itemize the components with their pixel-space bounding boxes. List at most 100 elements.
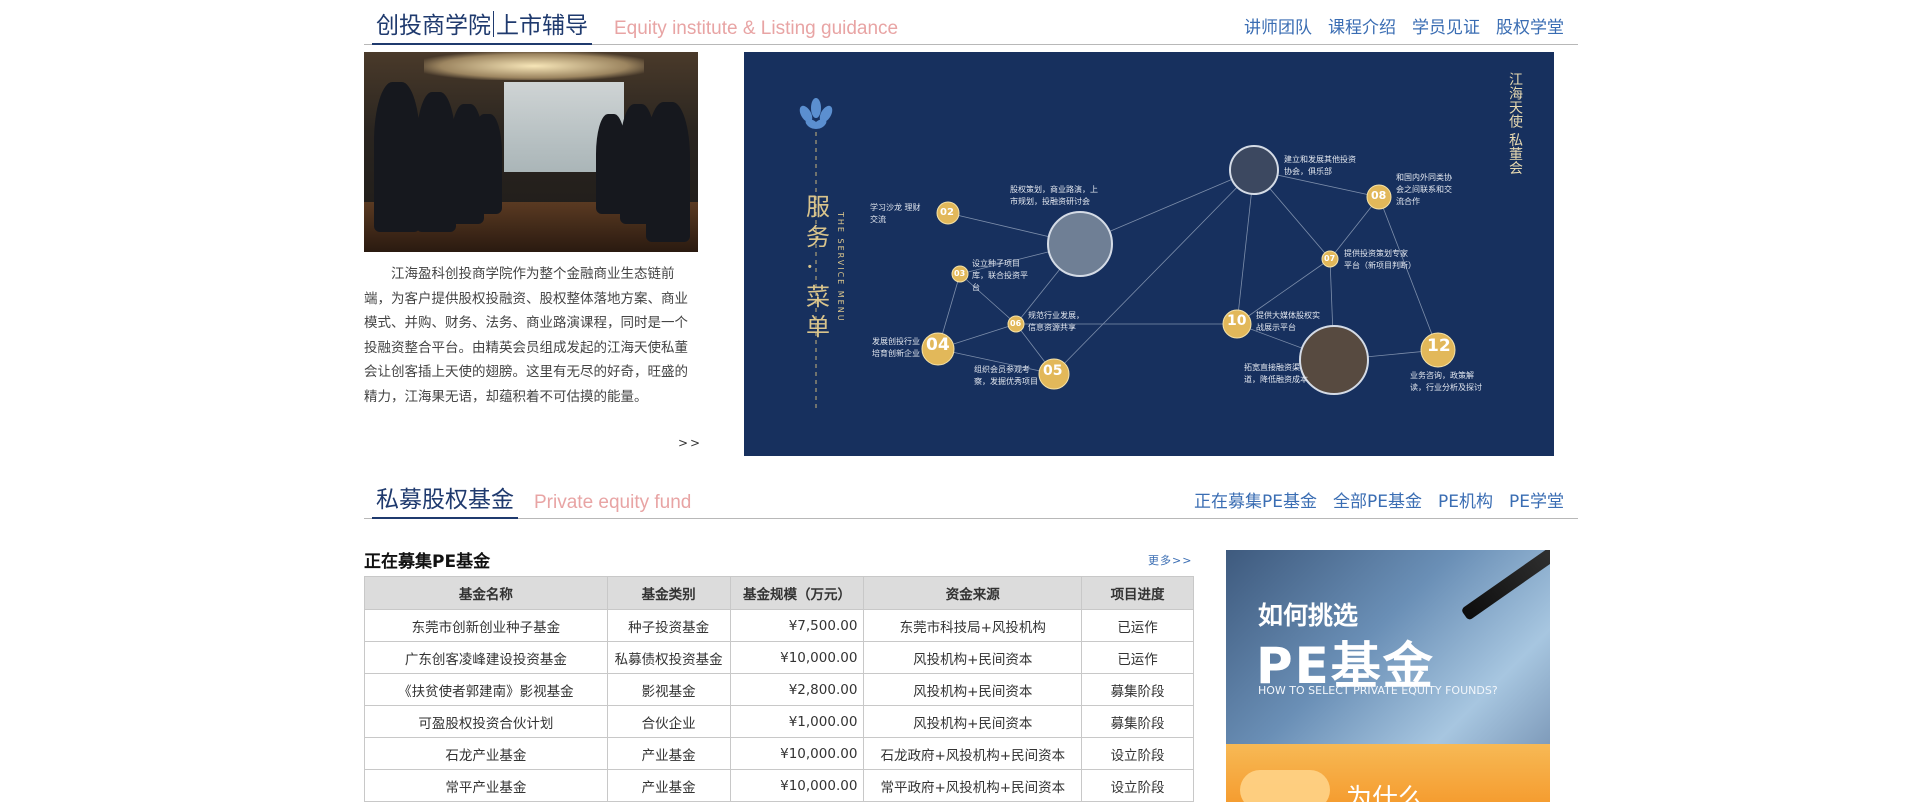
- node-number: 02: [940, 207, 954, 218]
- table-header-row: 基金名称 基金类别 基金规模（万元） 资金来源 项目进度: [364, 576, 1194, 610]
- fund-type-cell: 产业基金: [606, 737, 731, 770]
- fund-type-cell: 合伙企业: [606, 705, 731, 738]
- pe-table-more-link[interactable]: 更多>>: [1148, 552, 1192, 568]
- meeting-photo: [364, 52, 698, 252]
- nav-raising-pe-fund[interactable]: 正在募集PE基金: [1194, 487, 1317, 512]
- fund-source-cell: 风投机构+民间资本: [863, 673, 1083, 706]
- fund-type-cell: 种子投资基金: [606, 609, 731, 642]
- node-label: 提供大媒体股权实战展示平台: [1256, 311, 1320, 332]
- fund-source-cell: 石龙政府+风投机构+民间资本: [863, 737, 1083, 770]
- title-part-b: 上市辅导: [496, 13, 588, 39]
- section-header-pe-fund: 私募股权基金 Private equity fund 正在募集PE基金 全部PE…: [364, 474, 1578, 519]
- progress-cell: 募集阶段: [1081, 673, 1194, 706]
- fund-name-cell[interactable]: 《扶贫使者郭建南》影视基金: [364, 673, 608, 706]
- table-row[interactable]: 石龙产业基金 产业基金 ¥10,000.00 石龙政府+风投机构+民间资本 设立…: [364, 737, 1194, 770]
- fund-size-cell: ¥10,000.00: [729, 769, 865, 802]
- service-menu-title-en: THE SERVICE MENU: [836, 212, 845, 323]
- col-header-fund-size: 基金规模（万元）: [729, 576, 865, 610]
- nav-student-testimonials[interactable]: 学员见证: [1412, 13, 1480, 38]
- fund-size-cell: ¥7,500.00: [729, 609, 865, 642]
- node-number: 04: [926, 335, 950, 355]
- intro-more-link[interactable]: >>: [678, 436, 702, 450]
- node-label: 拓宽直接融资渠道，降低融资成本: [1244, 363, 1308, 384]
- nav-lecturer-team[interactable]: 讲师团队: [1244, 13, 1312, 38]
- progress-cell: 募集阶段: [1081, 705, 1194, 738]
- node-label: 业务咨询，政策解读，行业分析及探讨: [1410, 371, 1482, 392]
- table-row[interactable]: 广东创客凌峰建设投资基金 私募债权投资基金 ¥10,000.00 风投机构+民间…: [364, 641, 1194, 674]
- fund-source-cell: 风投机构+民间资本: [863, 641, 1083, 674]
- section-subtitle-pe-fund: Private equity fund: [534, 492, 692, 513]
- fund-source-cell: 常平政府+风投机构+民间资本: [863, 769, 1083, 802]
- banner-line4: 为什么: [1346, 784, 1425, 802]
- ceiling-light: [424, 52, 644, 80]
- node-number: 06: [1010, 319, 1022, 328]
- node-label: 发展创投行业 培育创新企业: [872, 337, 920, 358]
- col-header-fund-source: 资金来源: [863, 576, 1083, 610]
- fund-type-cell: 私募债权投资基金: [606, 641, 731, 674]
- service-menu-title: 服务·菜单: [806, 193, 830, 341]
- fund-size-cell: ¥10,000.00: [729, 737, 865, 770]
- col-header-fund-name: 基金名称: [364, 576, 608, 610]
- pe-fund-table: 基金名称 基金类别 基金规模（万元） 资金来源 项目进度 东莞市创新创业种子基金…: [364, 576, 1194, 802]
- fund-name-cell[interactable]: 东莞市创新创业种子基金: [364, 609, 608, 642]
- col-header-fund-type: 基金类别: [606, 576, 731, 610]
- node-number: 05: [1043, 363, 1063, 379]
- fund-name-cell[interactable]: 石龙产业基金: [364, 737, 608, 770]
- progress-cell: 已运作: [1081, 609, 1194, 642]
- node-number: 07: [1324, 254, 1336, 263]
- fountain-pen-icon: [1460, 550, 1550, 621]
- col-header-progress: 项目进度: [1081, 576, 1194, 610]
- section-header-institute: 创投商学院 上市辅导 Equity institute & Listing gui…: [364, 0, 1578, 45]
- section-title-institute: 创投商学院 上市辅导: [372, 11, 592, 45]
- node-label: 设立种子项目库，联合投资平台: [972, 259, 1028, 292]
- table-row[interactable]: 《扶贫使者郭建南》影视基金 影视基金 ¥2,800.00 风投机构+民间资本 募…: [364, 673, 1194, 706]
- nav-equity-school[interactable]: 股权学堂: [1496, 13, 1564, 38]
- progress-cell: 设立阶段: [1081, 737, 1194, 770]
- cloud-icon: [1240, 770, 1330, 802]
- progress-cell: 设立阶段: [1081, 769, 1194, 802]
- node-label: 学习沙龙 理财交流: [870, 203, 921, 224]
- fund-type-cell: 影视基金: [606, 673, 731, 706]
- section-title-pe-fund: 私募股权基金: [372, 485, 518, 519]
- node-label: 规范行业发展，信息资源共享: [1028, 311, 1084, 332]
- pe-table-caption: 正在募集PE基金: [364, 552, 491, 572]
- node-label: 提供投资策划专家平台（新项目判断）: [1344, 249, 1416, 270]
- fund-source-cell: 东莞市科技局+风投机构: [863, 609, 1083, 642]
- title-divider: [493, 11, 494, 37]
- pe-selection-banner[interactable]: 如何挑选 PE基金 HOW TO SELECT PRIVATE EQUITY F…: [1226, 550, 1550, 802]
- fund-name-cell[interactable]: 可盈股权投资合伙计划: [364, 705, 608, 738]
- nav-pe-school[interactable]: PE学堂: [1509, 487, 1564, 512]
- service-network-graph: [799, 98, 1456, 412]
- fund-name-cell[interactable]: 常平产业基金: [364, 769, 608, 802]
- nav-course-intro[interactable]: 课程介绍: [1328, 13, 1396, 38]
- nav-pe-institution[interactable]: PE机构: [1438, 487, 1493, 512]
- fund-name-cell[interactable]: 广东创客凌峰建设投资基金: [364, 641, 608, 674]
- banner-line3: HOW TO SELECT PRIVATE EQUITY FOUNDS?: [1258, 684, 1498, 697]
- section-nav-institute: 讲师团队 课程介绍 学员见证 股权学堂: [1244, 13, 1564, 38]
- node-label: 组织会员参观考察，发掘优秀项目: [974, 365, 1038, 386]
- node-label: 建立和发展其他投资协会，俱乐部: [1284, 155, 1356, 176]
- section-nav-pe-fund: 正在募集PE基金 全部PE基金 PE机构 PE学堂: [1194, 487, 1564, 512]
- progress-cell: 已运作: [1081, 641, 1194, 674]
- intro-text: 江海盈科创投商学院作为整个金融商业生态链前端，为客户提供股权投融资、股权整体落地…: [364, 266, 688, 405]
- leaf-ornament-icon: [799, 98, 833, 129]
- service-menu-image: 服务·菜单 THE SERVICE MENU 江海天使 私董会 02 03 04…: [744, 52, 1554, 456]
- fund-size-cell: ¥2,800.00: [729, 673, 865, 706]
- fund-type-cell: 产业基金: [606, 769, 731, 802]
- fund-size-cell: ¥1,000.00: [729, 705, 865, 738]
- node-label: 和国内外同类协会之间联系和交流合作: [1396, 173, 1452, 206]
- section-subtitle-institute: Equity institute & Listing guidance: [614, 18, 899, 39]
- table-row[interactable]: 常平产业基金 产业基金 ¥10,000.00 常平政府+风投机构+民间资本 设立…: [364, 769, 1194, 802]
- node-number: 08: [1371, 189, 1387, 202]
- brand-logo-text: 江海天使 私董会: [1507, 72, 1523, 175]
- fund-source-cell: 风投机构+民间资本: [863, 705, 1083, 738]
- title-part-a: 创投商学院: [376, 13, 491, 39]
- table-row[interactable]: 东莞市创新创业种子基金 种子投资基金 ¥7,500.00 东莞市科技局+风投机构…: [364, 609, 1194, 642]
- fund-size-cell: ¥10,000.00: [729, 641, 865, 674]
- nav-all-pe-fund[interactable]: 全部PE基金: [1333, 487, 1422, 512]
- node-label: 股权策划，商业路演，上市规划，投融资研讨会: [1010, 185, 1098, 206]
- node-number: 10: [1227, 313, 1247, 329]
- node-number: 03: [954, 269, 966, 278]
- table-row[interactable]: 可盈股权投资合伙计划 合伙企业 ¥1,000.00 风投机构+民间资本 募集阶段: [364, 705, 1194, 738]
- node-number: 12: [1427, 336, 1451, 356]
